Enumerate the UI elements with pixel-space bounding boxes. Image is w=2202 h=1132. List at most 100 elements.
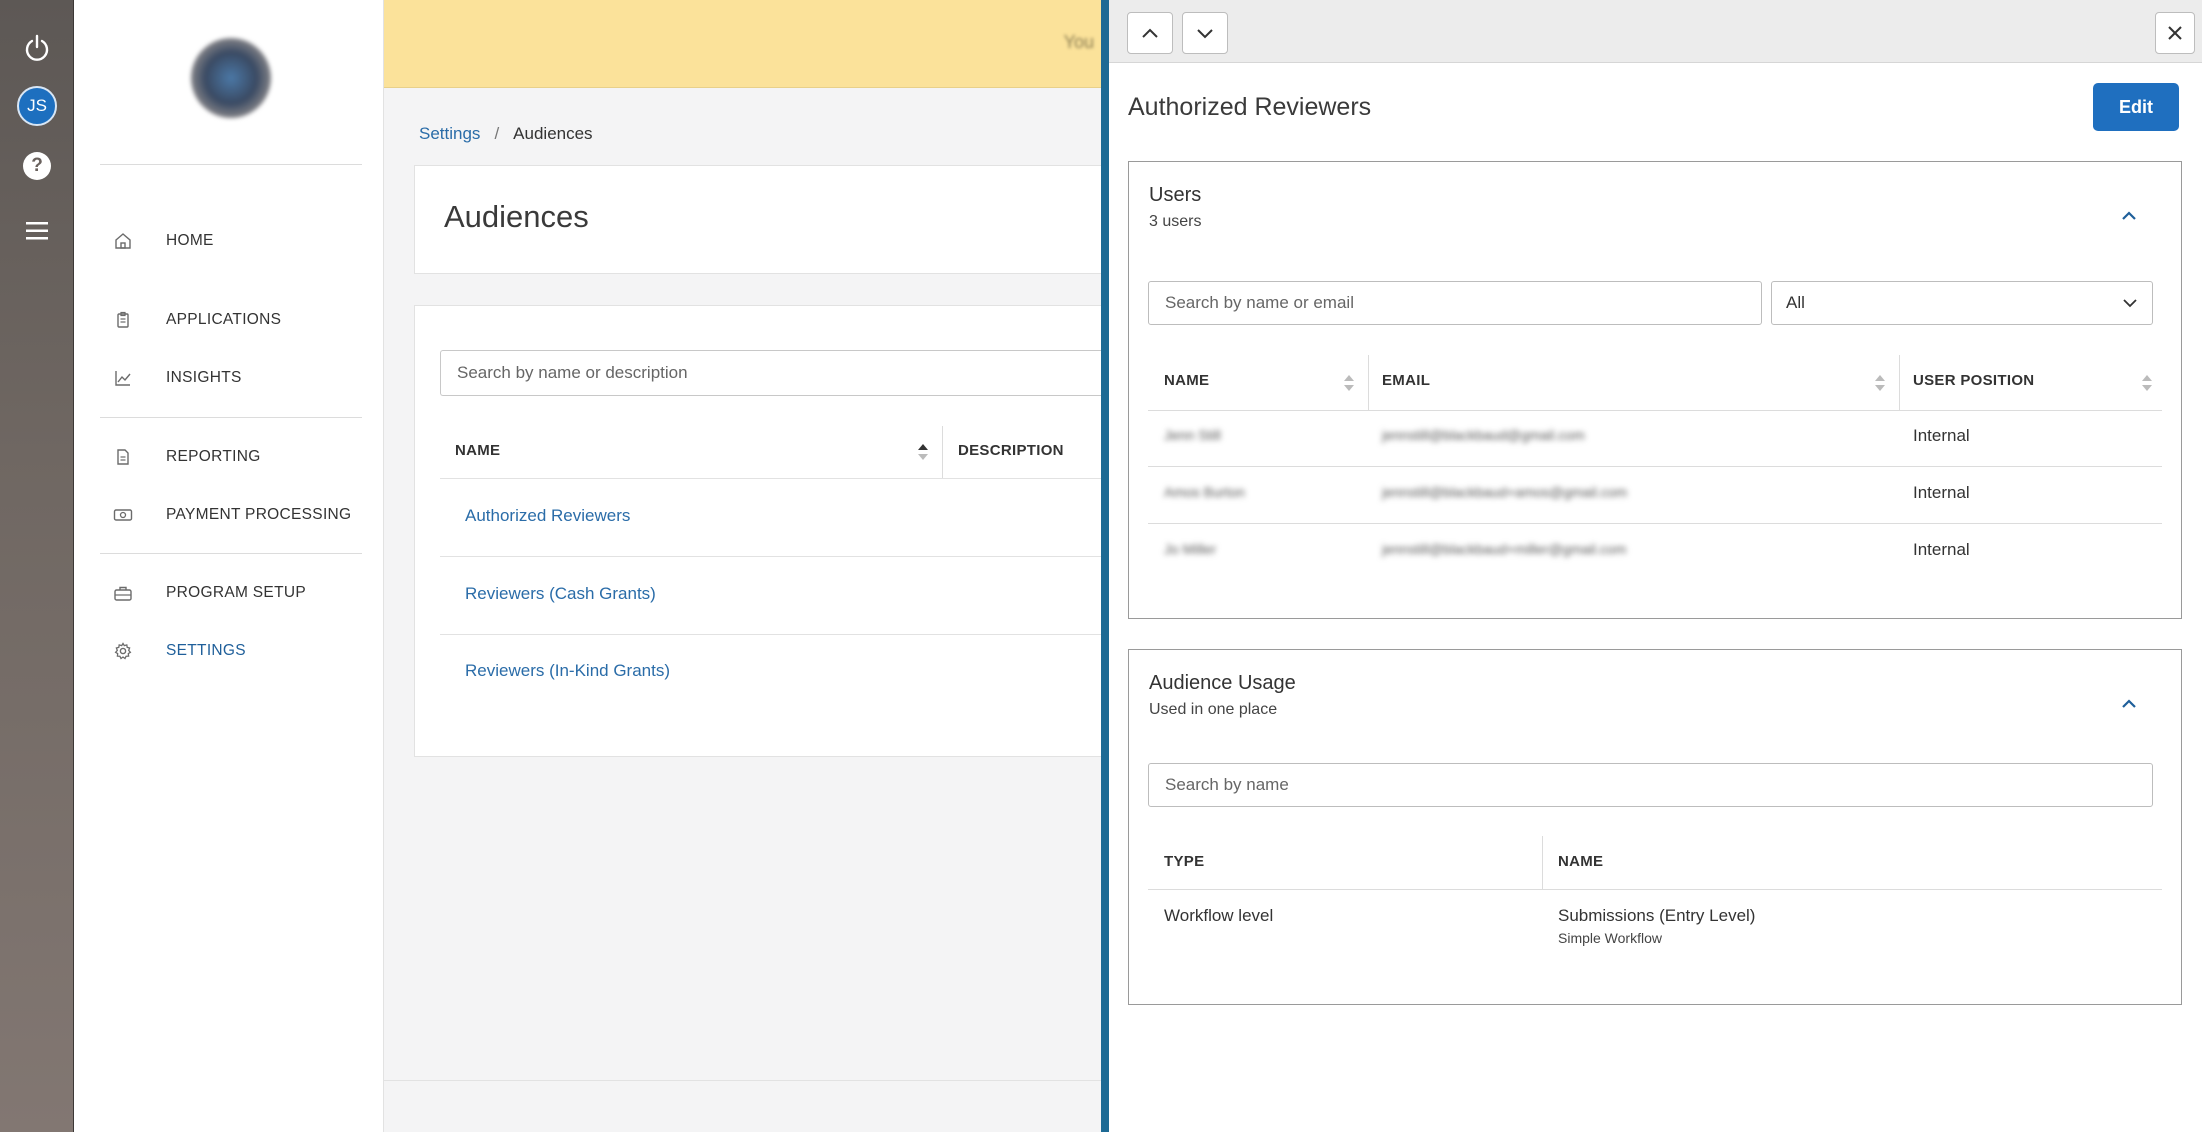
usage-name: Submissions (Entry Level) [1558,906,1756,925]
edit-button[interactable]: Edit [2093,83,2179,131]
avatar[interactable]: JS [17,86,57,126]
sort-ascending-icon[interactable] [917,443,929,461]
money-icon [112,504,134,526]
usage-count: Used in one place [1149,701,1278,718]
nav-divider [100,164,362,165]
users-section-title: Users [1149,184,1202,206]
user-name: Jo Miller [1164,541,1217,557]
user-email: jennstill@blackbaud+amos@gmail.com [1382,484,1628,500]
usage-search-input[interactable] [1148,763,2153,807]
document-icon [112,446,134,468]
usage-type: Workflow level [1164,906,1274,925]
user-position: Internal [1913,483,1970,502]
app-rail: JS ? [0,0,74,1132]
row-divider [1148,523,2162,524]
close-button[interactable] [2155,12,2195,54]
row-divider [440,478,1104,479]
audience-search-input[interactable] [440,350,1104,396]
nav-item-settings[interactable]: SETTINGS [112,636,246,666]
next-button[interactable] [1182,12,1228,54]
user-filter-select[interactable]: All [1771,281,2153,325]
nav-item-payment-processing[interactable]: PAYMENT PROCESSING [112,500,351,530]
nav-item-program-setup[interactable]: PROGRAM SETUP [112,578,306,608]
toolbox-icon [112,582,134,604]
audience-usage-section: Audience Usage Used in one place TYPE NA… [1128,649,2182,1005]
row-divider [1148,889,2162,890]
collapse-usage-icon[interactable] [2119,694,2139,714]
users-section: Users 3 users All NAME EMAIL USER POSITI… [1128,161,2182,619]
column-header-description[interactable]: DESCRIPTION [958,442,1064,459]
details-drawer: Authorized Reviewers Edit Users 3 users … [1101,0,2202,1132]
audience-link-reviewers-in-kind[interactable]: Reviewers (In-Kind Grants) [465,661,670,681]
gear-icon [112,640,134,662]
menu-icon[interactable] [16,210,58,252]
user-search-input[interactable] [1148,281,1762,325]
column-header-type: TYPE [1164,853,1205,870]
chevron-down-icon [1197,29,1213,39]
nav-item-applications[interactable]: APPLICATIONS [112,305,281,335]
nav-item-home[interactable]: HOME [112,226,214,256]
nav-item-label: PAYMENT PROCESSING [166,506,352,523]
drawer-title: Authorized Reviewers [1128,93,1372,121]
chart-line-icon [112,367,134,389]
sort-icon[interactable] [1343,374,1355,392]
column-divider [1899,355,1900,411]
nav-item-label: APPLICATIONS [166,311,282,328]
breadcrumb-current: Audiences [513,124,593,143]
clipboard-icon [112,309,134,331]
page-title: Audiences [444,199,589,234]
sort-icon[interactable] [1874,374,1886,392]
nav-item-label: HOME [166,232,214,249]
collapse-users-icon[interactable] [2119,206,2139,226]
usage-section-title: Audience Usage [1149,672,1296,694]
chevron-up-icon [1142,28,1158,38]
user-position: Internal [1913,426,1970,445]
power-icon[interactable] [16,27,58,69]
nav-divider [100,417,362,418]
column-header-email[interactable]: EMAIL [1382,372,1430,389]
chevron-down-icon [2123,299,2137,308]
nav-item-insights[interactable]: INSIGHTS [112,363,242,393]
users-count: 3 users [1149,213,1202,230]
column-divider [942,426,943,478]
notification-banner: You [384,0,1104,88]
user-email: jennstill@blackbaud+miller@gmail.com [1382,541,1627,557]
sort-icon[interactable] [2141,374,2153,392]
user-email: jennstill@blackbaud@gmail.com [1382,427,1585,443]
user-filter-value: All [1786,293,1805,312]
drawer-toolbar [1109,0,2202,63]
organization-logo [191,38,271,118]
user-position: Internal [1913,540,1970,559]
nav-sidebar: HOME APPLICATIONS INSIGHTS REPORTING PAY… [74,0,384,1132]
footer-divider [384,1080,1104,1081]
column-header-name: NAME [1558,853,1604,870]
nav-item-label: REPORTING [166,448,261,465]
help-icon[interactable]: ? [23,152,51,180]
column-header-name[interactable]: NAME [455,442,500,459]
nav-item-label: PROGRAM SETUP [166,584,306,601]
column-divider [1542,836,1543,889]
column-header-user-position[interactable]: USER POSITION [1913,372,2034,389]
previous-button[interactable] [1127,12,1173,54]
breadcrumb-link-settings[interactable]: Settings [419,124,480,144]
column-divider [1368,355,1369,411]
nav-item-reporting[interactable]: REPORTING [112,442,261,472]
audience-link-authorized-reviewers[interactable]: Authorized Reviewers [465,506,630,526]
row-divider [1148,466,2162,467]
nav-item-label: INSIGHTS [166,369,242,386]
row-divider [1148,410,2162,411]
home-icon [112,230,134,252]
column-header-name[interactable]: NAME [1164,372,1209,389]
nav-item-label: SETTINGS [166,642,246,659]
row-divider [440,634,1104,635]
banner-text: You [1063,32,1094,52]
user-name: Amos Burton [1164,484,1245,500]
nav-divider [100,553,362,554]
audience-link-reviewers-cash[interactable]: Reviewers (Cash Grants) [465,584,656,604]
user-name: Jenn Still [1164,427,1221,443]
row-divider [440,556,1104,557]
breadcrumb: Settings / Audiences [419,124,593,144]
breadcrumb-separator: / [494,124,500,143]
usage-workflow-name: Simple Workflow [1558,930,1662,946]
close-icon [2168,26,2182,40]
